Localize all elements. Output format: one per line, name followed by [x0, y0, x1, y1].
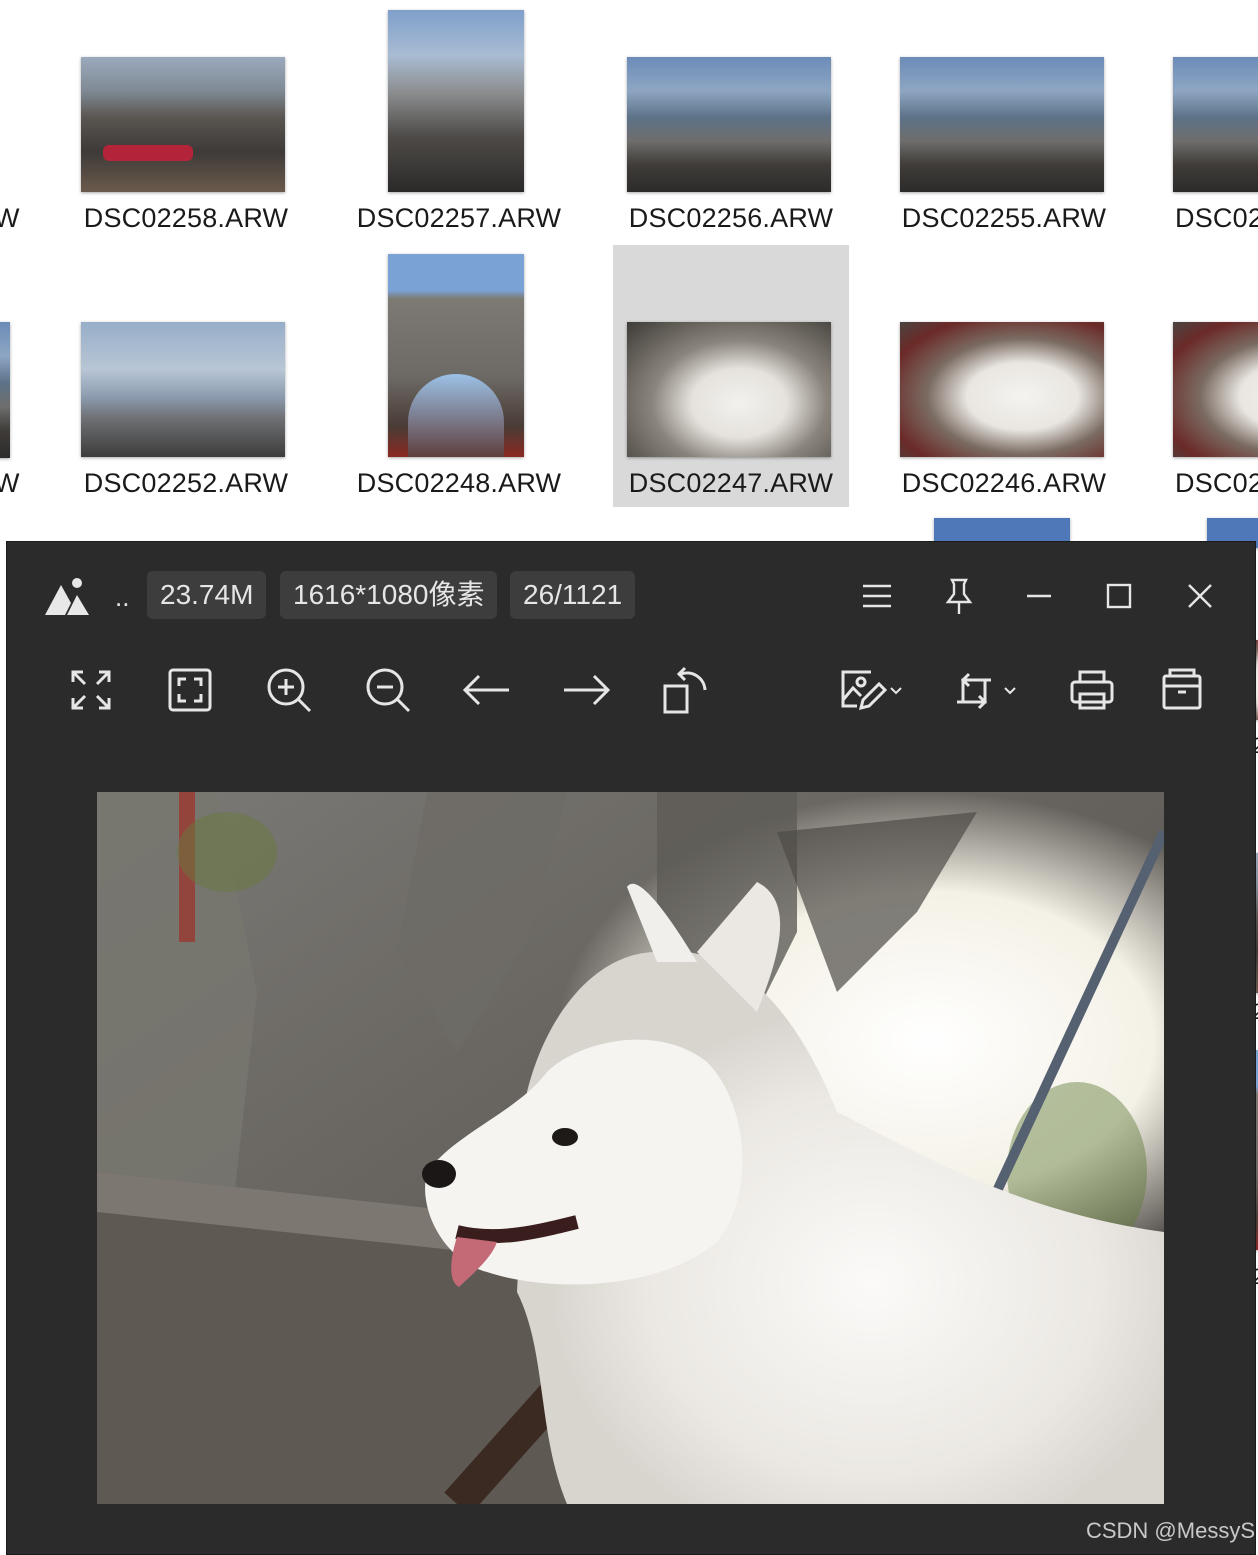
file-item[interactable]: DSC02256.ARW	[613, 0, 849, 240]
image-viewer-window: .. 23.74M 1616*1080像素 26/1121 CSDN @Mess…	[6, 541, 1256, 1555]
image-counter-badge: 26/1121	[510, 571, 636, 619]
file-name: DSC02248.ARW	[356, 468, 562, 498]
file-name: DSC02246.ARW	[901, 468, 1107, 498]
zoom-out-icon[interactable]	[362, 664, 414, 716]
app-logo-icon	[43, 575, 97, 617]
file-thumbnail-partial[interactable]	[0, 322, 10, 458]
file-name: DSC02258.ARW	[83, 203, 289, 233]
edge-label: W	[0, 203, 20, 233]
next-arrow-icon[interactable]	[560, 664, 612, 716]
print-icon[interactable]	[1066, 664, 1118, 716]
image-dimensions-badge: 1616*1080像素	[280, 571, 498, 619]
photo-samoyed	[97, 792, 1164, 1504]
maximize-icon[interactable]	[1095, 572, 1143, 620]
title-bar: .. 23.74M 1616*1080像素 26/1121	[7, 542, 1255, 650]
file-item[interactable]: DSC02246.ARW	[886, 245, 1122, 507]
file-item[interactable]: DSC02255.ARW	[886, 0, 1122, 240]
file-thumbnail	[388, 10, 524, 192]
close-icon[interactable]	[1176, 572, 1224, 620]
pin-icon[interactable]	[935, 572, 983, 620]
watermark-text: CSDN @MessyS	[1085, 1518, 1255, 1543]
file-name: DSC02255.ARW	[901, 203, 1107, 233]
file-thumbnail	[1173, 322, 1258, 457]
fullscreen-icon[interactable]	[65, 664, 117, 716]
minimize-icon[interactable]	[1015, 572, 1063, 620]
breadcrumb-dots[interactable]: ..	[115, 582, 129, 613]
file-thumbnail	[1173, 57, 1258, 192]
file-thumbnail	[900, 57, 1104, 192]
file-item-selected[interactable]: DSC02247.ARW	[613, 245, 849, 507]
file-item[interactable]: DSC02	[1159, 245, 1258, 507]
zoom-in-icon[interactable]	[263, 664, 315, 716]
fit-window-icon[interactable]	[164, 664, 216, 716]
file-item[interactable]: DSC02	[1159, 0, 1258, 240]
file-name: DSC02	[1175, 468, 1258, 498]
file-item[interactable]: DSC02248.ARW	[341, 245, 577, 507]
file-name: DSC02256.ARW	[628, 203, 834, 233]
previous-arrow-icon[interactable]	[461, 664, 513, 716]
file-thumbnail	[81, 322, 285, 457]
file-name: DSC02257.ARW	[356, 203, 562, 233]
file-thumbnail	[900, 322, 1104, 457]
file-item[interactable]: DSC02257.ARW	[341, 0, 577, 240]
file-name: DSC02252.ARW	[83, 468, 289, 498]
rotate-icon[interactable]	[659, 664, 711, 716]
file-thumbnail	[81, 57, 285, 192]
file-name: DSC02	[1175, 203, 1258, 233]
archive-icon[interactable]	[1156, 664, 1208, 716]
file-thumbnail	[627, 57, 831, 192]
edge-label: W	[0, 468, 20, 498]
file-size-badge: 23.74M	[147, 571, 267, 619]
file-item[interactable]: DSC02252.ARW	[68, 245, 304, 507]
file-item[interactable]: DSC02258.ARW	[68, 0, 304, 240]
edit-image-icon[interactable]	[837, 664, 903, 716]
file-name: DSC02247.ARW	[628, 468, 834, 498]
image-canvas[interactable]	[97, 792, 1164, 1504]
menu-icon[interactable]	[853, 572, 901, 620]
file-thumbnail	[627, 322, 831, 457]
file-thumbnail	[388, 254, 524, 457]
viewer-toolbar	[7, 650, 1255, 750]
crop-icon[interactable]	[955, 664, 1021, 716]
